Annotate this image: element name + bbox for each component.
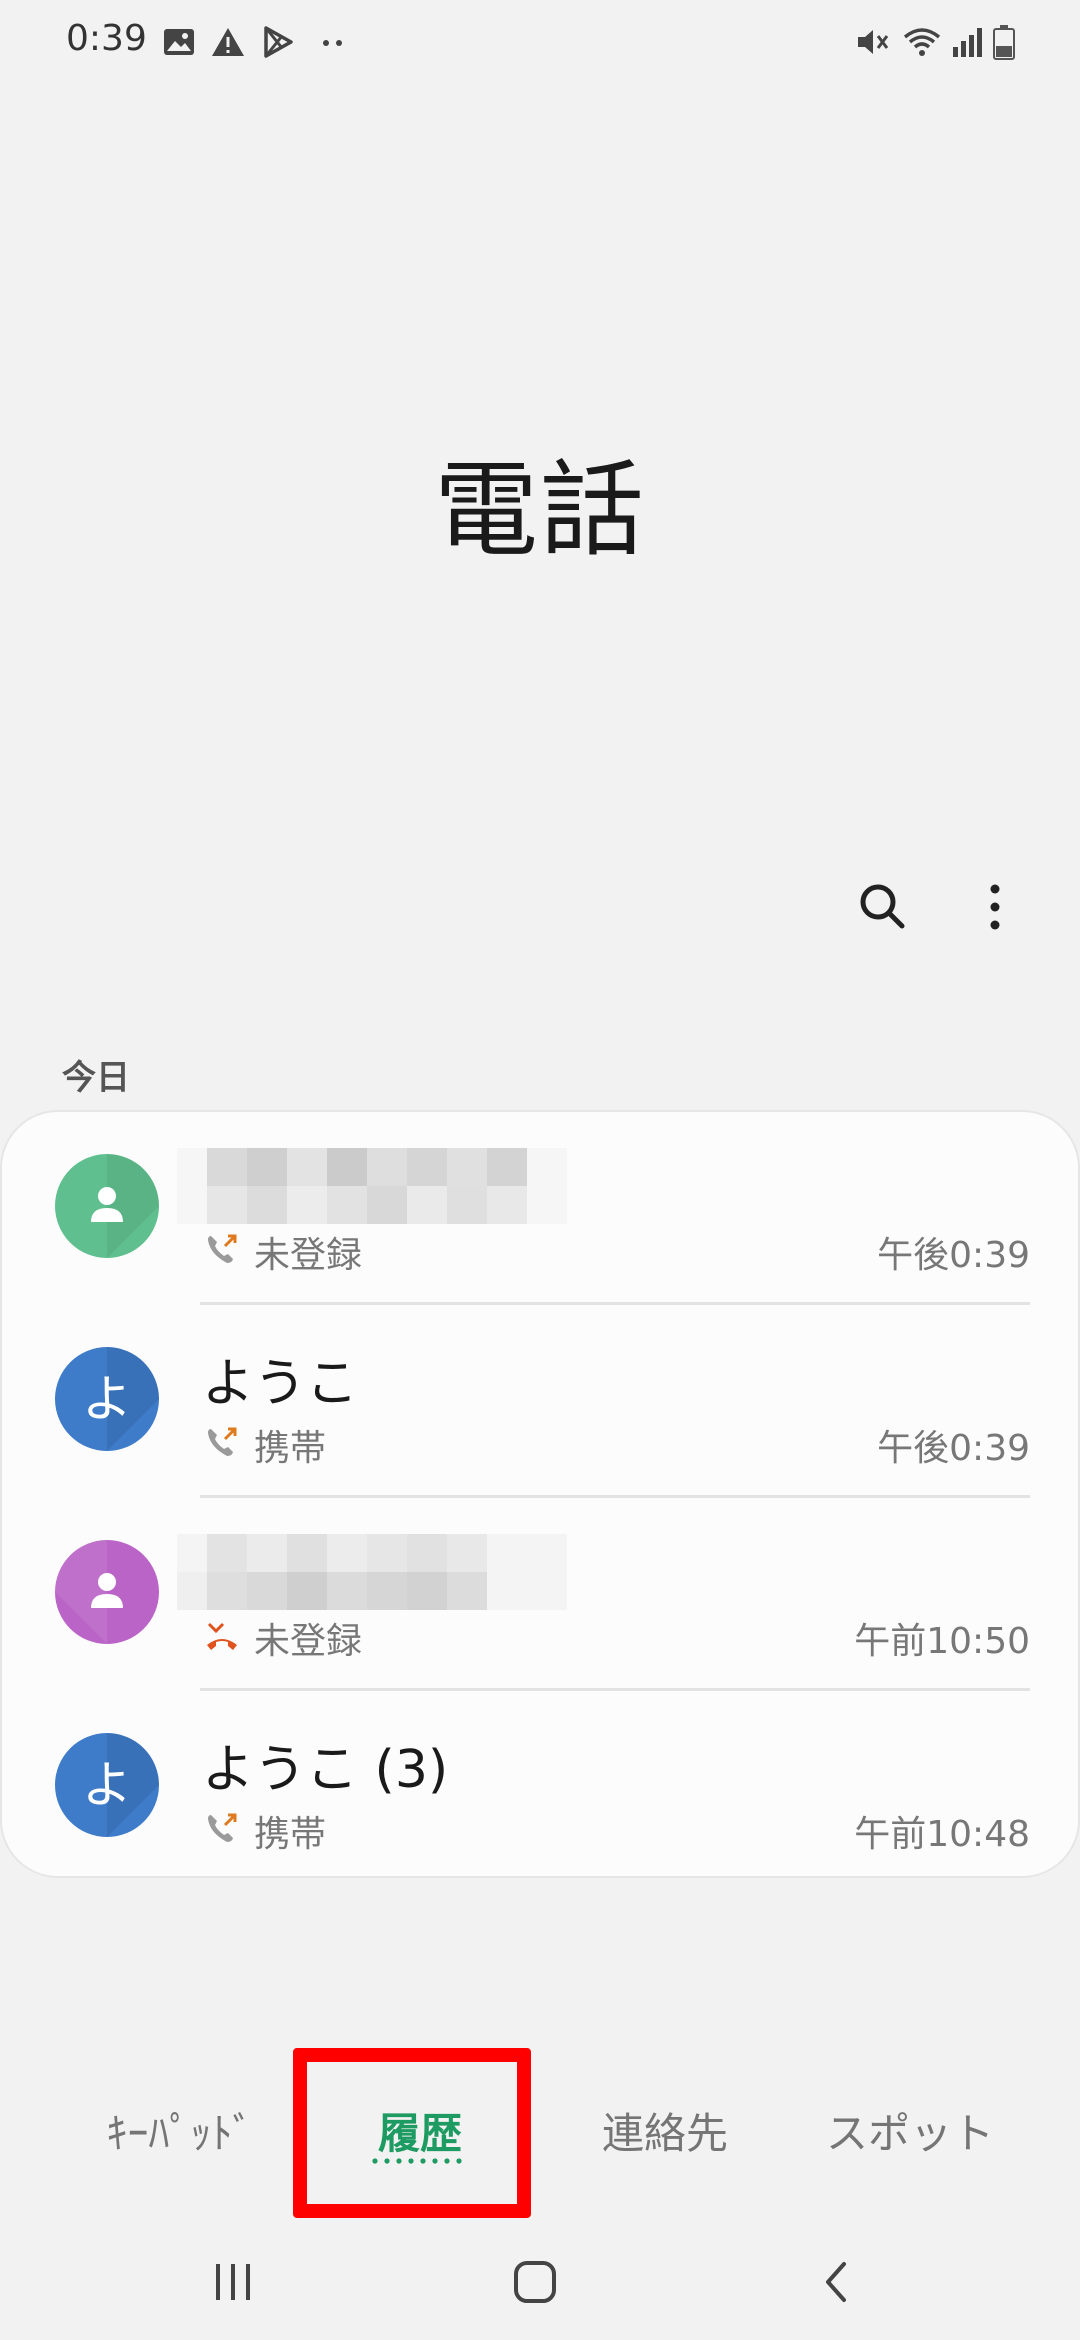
wifi-icon bbox=[903, 28, 941, 56]
avatar: よ bbox=[55, 1733, 159, 1837]
contact-name: ようこ (3) bbox=[202, 1740, 449, 1800]
image-icon bbox=[164, 29, 194, 55]
home-icon[interactable] bbox=[505, 2252, 565, 2312]
call-time: 午後0:39 bbox=[877, 1235, 1030, 1276]
person-icon bbox=[91, 1154, 159, 1258]
call-log-row[interactable]: よ ようこ (3) 携帯 午前10:48 bbox=[2, 1691, 1078, 1876]
number-type-label: 携帯 bbox=[254, 1814, 327, 1855]
play-store-icon bbox=[264, 26, 293, 58]
recent-apps-icon[interactable] bbox=[203, 2252, 263, 2312]
battery-icon bbox=[993, 25, 1015, 60]
number-type-label: 携帯 bbox=[254, 1428, 327, 1469]
call-log-row[interactable]: 未登録 午後0:39 bbox=[2, 1112, 1078, 1305]
warning-icon bbox=[212, 28, 244, 56]
avatar bbox=[55, 1154, 159, 1258]
tab-keypad[interactable]: ｷｰﾊﾟｯﾄﾞ bbox=[90, 2100, 270, 2161]
person-icon bbox=[55, 1540, 123, 1644]
status-bar: 0:39 bbox=[0, 0, 1080, 84]
search-icon[interactable] bbox=[848, 872, 918, 942]
missed-call-icon bbox=[207, 1622, 237, 1650]
hidden-name-pixelated bbox=[177, 1148, 567, 1224]
avatar-initial: よ bbox=[82, 1370, 132, 1428]
more-options-icon[interactable] bbox=[960, 872, 1030, 942]
outgoing-call-icon bbox=[208, 1813, 237, 1842]
status-time: 0:39 bbox=[66, 18, 147, 59]
call-time: 午前10:48 bbox=[854, 1814, 1030, 1855]
outgoing-call-icon bbox=[208, 1427, 237, 1456]
avatar: よ bbox=[55, 1347, 159, 1451]
signal-icon bbox=[953, 28, 982, 57]
bottom-tab-bar: ｷｰﾊﾟｯﾄﾞ 履歴 連絡先 スポット bbox=[0, 2040, 1080, 2220]
call-time: 午前10:50 bbox=[854, 1621, 1030, 1662]
hidden-name-pixelated bbox=[177, 1534, 567, 1610]
highlight-box bbox=[293, 2048, 531, 2218]
more-dots-icon bbox=[323, 40, 342, 46]
tab-contacts[interactable]: 連絡先 bbox=[580, 2100, 750, 2161]
mute-icon bbox=[858, 30, 889, 54]
section-header-today: 今日 bbox=[62, 1058, 130, 1098]
avatar-initial: よ bbox=[82, 1756, 132, 1814]
outgoing-call-icon bbox=[208, 1234, 237, 1263]
number-type-label: 未登録 bbox=[254, 1235, 363, 1276]
call-time: 午後0:39 bbox=[877, 1428, 1030, 1469]
contact-name: ようこ bbox=[202, 1354, 359, 1414]
phone-app-screen: 0:39 電話 今日 未登録 午後0:39 よ ようこ 携帯 午後0:39 未登… bbox=[0, 0, 1080, 2340]
call-log-row[interactable]: 未登録 午前10:50 bbox=[2, 1498, 1078, 1691]
avatar bbox=[55, 1540, 159, 1644]
call-log-list: 未登録 午後0:39 よ ようこ 携帯 午後0:39 未登録 午前10:50 よ… bbox=[0, 1110, 1080, 1878]
call-log-row[interactable]: よ ようこ 携帯 午後0:39 bbox=[2, 1305, 1078, 1498]
back-icon[interactable] bbox=[808, 2252, 868, 2312]
page-title: 電話 bbox=[433, 449, 646, 571]
tab-places[interactable]: スポット bbox=[820, 2100, 1000, 2161]
number-type-label: 未登録 bbox=[254, 1621, 363, 1662]
